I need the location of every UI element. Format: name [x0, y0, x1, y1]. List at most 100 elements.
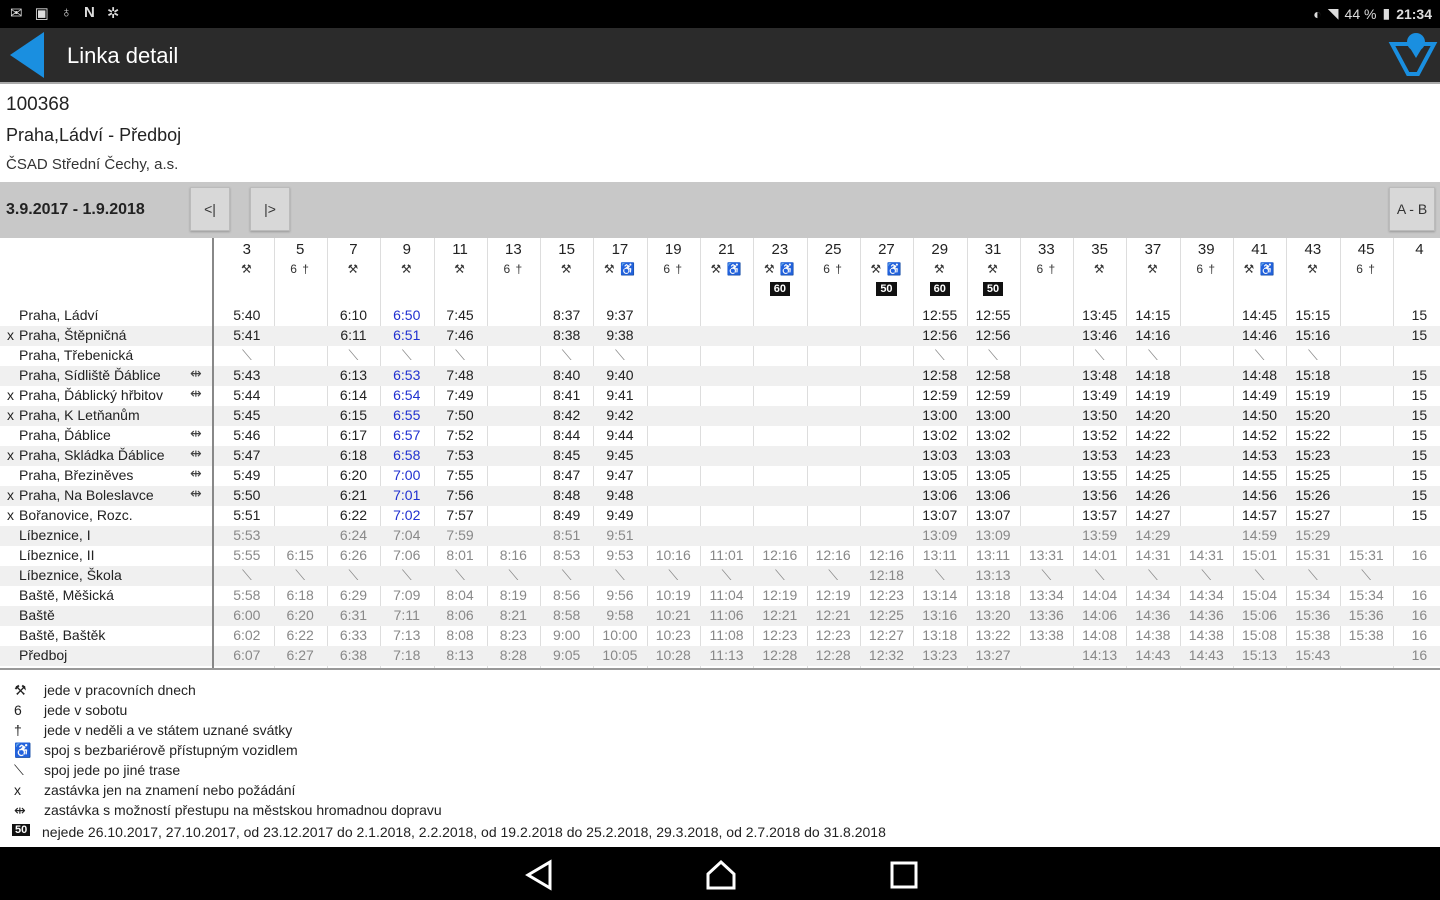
- departure-time[interactable]: 12:18: [860, 567, 913, 583]
- departure-time[interactable]: 14:36: [1126, 607, 1179, 623]
- stop-name[interactable]: Praha, Ládví: [0, 307, 212, 327]
- departure-time[interactable]: 9:47: [593, 467, 646, 483]
- departure-time[interactable]: ⟍: [274, 567, 327, 584]
- trip-number[interactable]: 31: [967, 241, 1020, 258]
- departure-time[interactable]: 12:55: [967, 307, 1020, 323]
- departure-time[interactable]: 8:44: [540, 427, 593, 443]
- departure-time[interactable]: 11:06: [700, 607, 753, 623]
- departure-time[interactable]: 12:32: [860, 647, 913, 663]
- departure-time[interactable]: 13:09: [967, 527, 1020, 543]
- trip-number[interactable]: 4: [1393, 241, 1440, 258]
- trip-number[interactable]: 9: [380, 241, 433, 258]
- departure-time[interactable]: ⟍: [593, 567, 646, 584]
- departure-time[interactable]: 9:00: [540, 627, 593, 643]
- departure-time[interactable]: 13:05: [967, 467, 1020, 483]
- departure-time[interactable]: ⟍: [380, 567, 433, 584]
- departure-time[interactable]: 15: [1393, 367, 1440, 383]
- departure-time[interactable]: 11:01: [700, 547, 753, 563]
- departure-time[interactable]: 13:45: [1073, 307, 1126, 323]
- departure-time[interactable]: ⟍: [1073, 567, 1126, 584]
- departure-time[interactable]: 5:46: [220, 427, 273, 443]
- departure-time[interactable]: 13:07: [913, 507, 966, 523]
- departure-time[interactable]: 14:50: [1233, 407, 1286, 423]
- departure-time[interactable]: ⟍: [434, 567, 487, 584]
- departure-time[interactable]: 14:38: [1126, 627, 1179, 643]
- departure-time[interactable]: 13:27: [967, 647, 1020, 663]
- departure-time[interactable]: 12:58: [967, 367, 1020, 383]
- departure-time[interactable]: 12:16: [807, 547, 860, 563]
- departure-time[interactable]: 9:38: [593, 327, 646, 343]
- next-period-button[interactable]: |>: [250, 187, 290, 231]
- departure-time[interactable]: 6:54: [380, 387, 433, 403]
- departure-time[interactable]: 15:18: [1286, 367, 1339, 383]
- departure-time[interactable]: 11:13: [700, 647, 753, 663]
- departure-time[interactable]: 5:47: [220, 447, 273, 463]
- departure-time[interactable]: 6:51: [380, 327, 433, 343]
- departure-time[interactable]: 9:56: [593, 587, 646, 603]
- departure-time[interactable]: 8:37: [540, 307, 593, 323]
- departure-time[interactable]: 12:19: [807, 587, 860, 603]
- departure-time[interactable]: 13:11: [913, 547, 966, 563]
- departure-time[interactable]: 14:53: [1233, 447, 1286, 463]
- trip-number[interactable]: 43: [1286, 241, 1339, 258]
- departure-time[interactable]: 5:51: [220, 507, 273, 523]
- departure-time[interactable]: 15:15: [1286, 307, 1339, 323]
- departure-time[interactable]: ⟍: [380, 347, 433, 364]
- departure-time[interactable]: 6:33: [327, 627, 380, 643]
- departure-time[interactable]: 14:13: [1073, 647, 1126, 663]
- departure-time[interactable]: ⟍: [807, 567, 860, 584]
- departure-time[interactable]: 5:58: [220, 587, 273, 603]
- departure-time[interactable]: ⟍: [913, 347, 966, 364]
- filter-icon[interactable]: [1388, 30, 1438, 80]
- departure-time[interactable]: 6:53: [380, 367, 433, 383]
- departure-time[interactable]: 13:00: [913, 407, 966, 423]
- departure-time[interactable]: 8:01: [434, 547, 487, 563]
- departure-time[interactable]: 8:42: [540, 407, 593, 423]
- stop-name[interactable]: Předboj: [0, 647, 212, 667]
- departure-time[interactable]: 15:23: [1286, 447, 1339, 463]
- departure-time[interactable]: 15:43: [1286, 647, 1339, 663]
- departure-time[interactable]: 14:59: [1233, 527, 1286, 543]
- departure-time[interactable]: 15: [1393, 427, 1440, 443]
- departure-time[interactable]: 14:34: [1180, 587, 1233, 603]
- departure-time[interactable]: ⟍: [647, 567, 700, 584]
- departure-time[interactable]: 6:20: [274, 607, 327, 623]
- stop-name[interactable]: Praha, Ďáblice ⇹: [0, 425, 212, 447]
- departure-time[interactable]: 8:19: [487, 587, 540, 603]
- departure-time[interactable]: 15: [1393, 407, 1440, 423]
- departure-time[interactable]: 14:56: [1233, 487, 1286, 503]
- departure-time[interactable]: 15:31: [1286, 547, 1339, 563]
- departure-time[interactable]: ⟍: [1073, 347, 1126, 364]
- departure-time[interactable]: 12:16: [753, 547, 806, 563]
- departure-time[interactable]: 7:01: [380, 487, 433, 503]
- departure-time[interactable]: 16: [1393, 587, 1440, 603]
- departure-time[interactable]: 6:24: [327, 527, 380, 543]
- departure-time[interactable]: 9:40: [593, 367, 646, 383]
- departure-time[interactable]: 8:28: [487, 647, 540, 663]
- departure-time[interactable]: 13:55: [1073, 467, 1126, 483]
- departure-time[interactable]: 14:27: [1126, 507, 1179, 523]
- departure-time[interactable]: 6:22: [274, 627, 327, 643]
- departure-time[interactable]: 7:57: [434, 507, 487, 523]
- departure-time[interactable]: 13:07: [967, 507, 1020, 523]
- departure-time[interactable]: 8:16: [487, 547, 540, 563]
- departure-time[interactable]: 13:06: [913, 487, 966, 503]
- departure-time[interactable]: 7:02: [380, 507, 433, 523]
- departure-time[interactable]: 7:56: [434, 487, 487, 503]
- stop-name[interactable]: Líbeznice, I: [0, 527, 212, 547]
- departure-time[interactable]: 14:23: [1126, 447, 1179, 463]
- departure-time[interactable]: 16: [1393, 607, 1440, 623]
- departure-time[interactable]: 10:00: [593, 627, 646, 643]
- departure-time[interactable]: 6:57: [380, 427, 433, 443]
- departure-time[interactable]: ⟍: [220, 567, 273, 584]
- recent-apps-icon[interactable]: [888, 859, 920, 891]
- departure-time[interactable]: 8:23: [487, 627, 540, 643]
- departure-time[interactable]: 14:25: [1126, 467, 1179, 483]
- departure-time[interactable]: 13:38: [1020, 627, 1073, 643]
- departure-time[interactable]: ⟍: [913, 567, 966, 584]
- departure-time[interactable]: 13:36: [1020, 607, 1073, 623]
- departure-time[interactable]: 13:13: [967, 567, 1020, 583]
- departure-time[interactable]: 6:02: [220, 627, 273, 643]
- departure-time[interactable]: 9:58: [593, 607, 646, 623]
- stop-name[interactable]: x Praha, Štěpničná: [0, 327, 212, 347]
